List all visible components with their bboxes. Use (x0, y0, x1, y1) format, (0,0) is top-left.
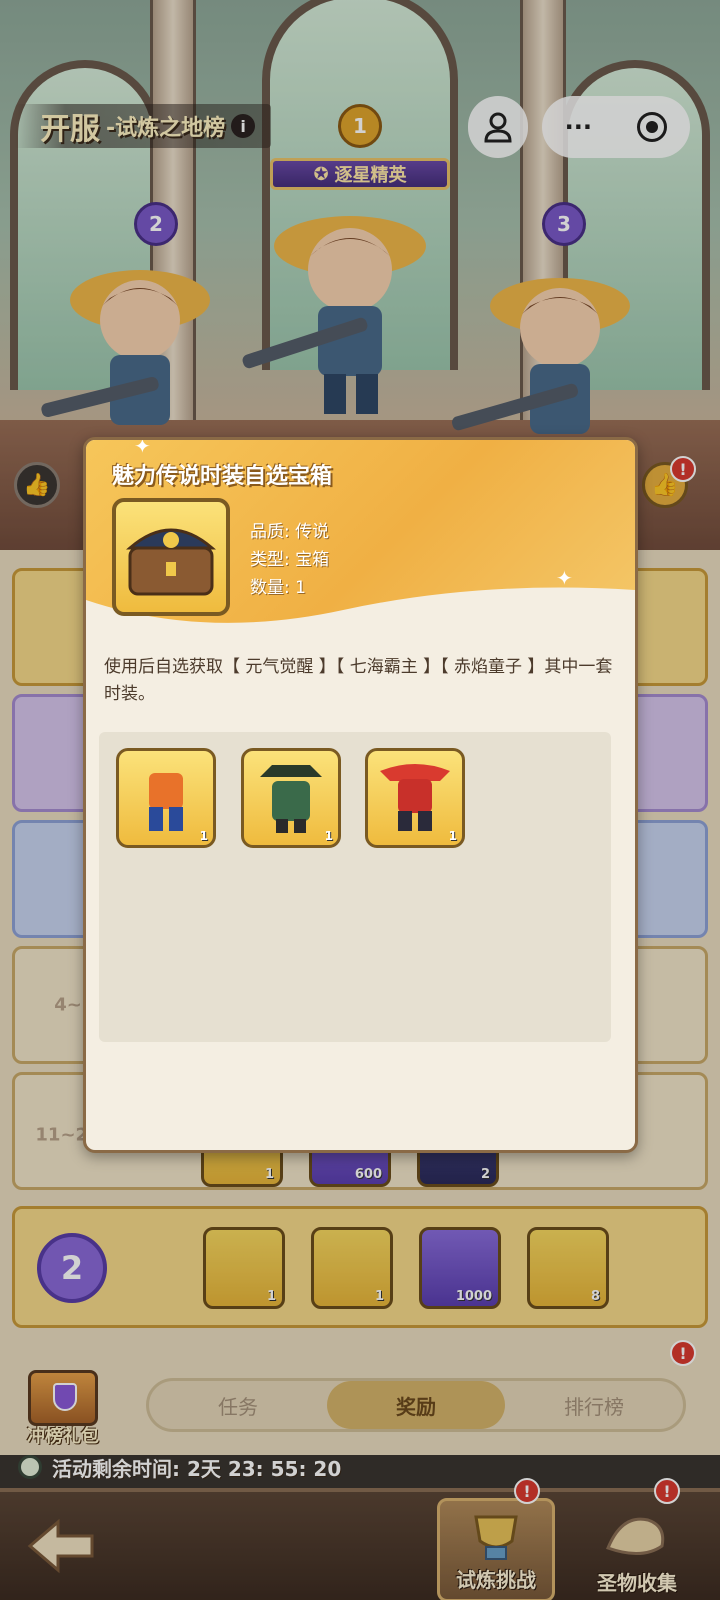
costume-option-yuanqi[interactable]: 1 (116, 748, 216, 848)
costume-count: 1 (324, 829, 333, 843)
treasure-chest-icon (112, 498, 230, 616)
costume-count: 1 (448, 829, 457, 843)
item-detail-popup: ✦ ✦ 魅力传说时装自选宝箱 品质: 传说 类型: 宝箱 数量: 1 使用后自选… (83, 437, 638, 1153)
costume-option-chiyan[interactable]: 1 (365, 748, 465, 848)
item-quality: 品质: 传说 (250, 522, 330, 542)
costume-count: 1 (199, 829, 208, 843)
costume-choice-grid: 1 1 1 (99, 732, 611, 1042)
popup-title: 魅力传说时装自选宝箱 (112, 464, 333, 489)
item-type: 类型: 宝箱 (250, 550, 330, 570)
item-quantity: 数量: 1 (250, 578, 306, 598)
popup-properties: 品质: 传说 类型: 宝箱 数量: 1 (250, 518, 329, 602)
sparkle-icon: ✦ (134, 437, 151, 458)
costume-option-qihai[interactable]: 1 (241, 748, 341, 848)
sparkle-icon: ✦ (556, 566, 573, 590)
popup-description: 使用后自选获取【 元气觉醒 】【 七海霸主 】【 赤焰童子 】其中一套时装。 (104, 657, 613, 704)
